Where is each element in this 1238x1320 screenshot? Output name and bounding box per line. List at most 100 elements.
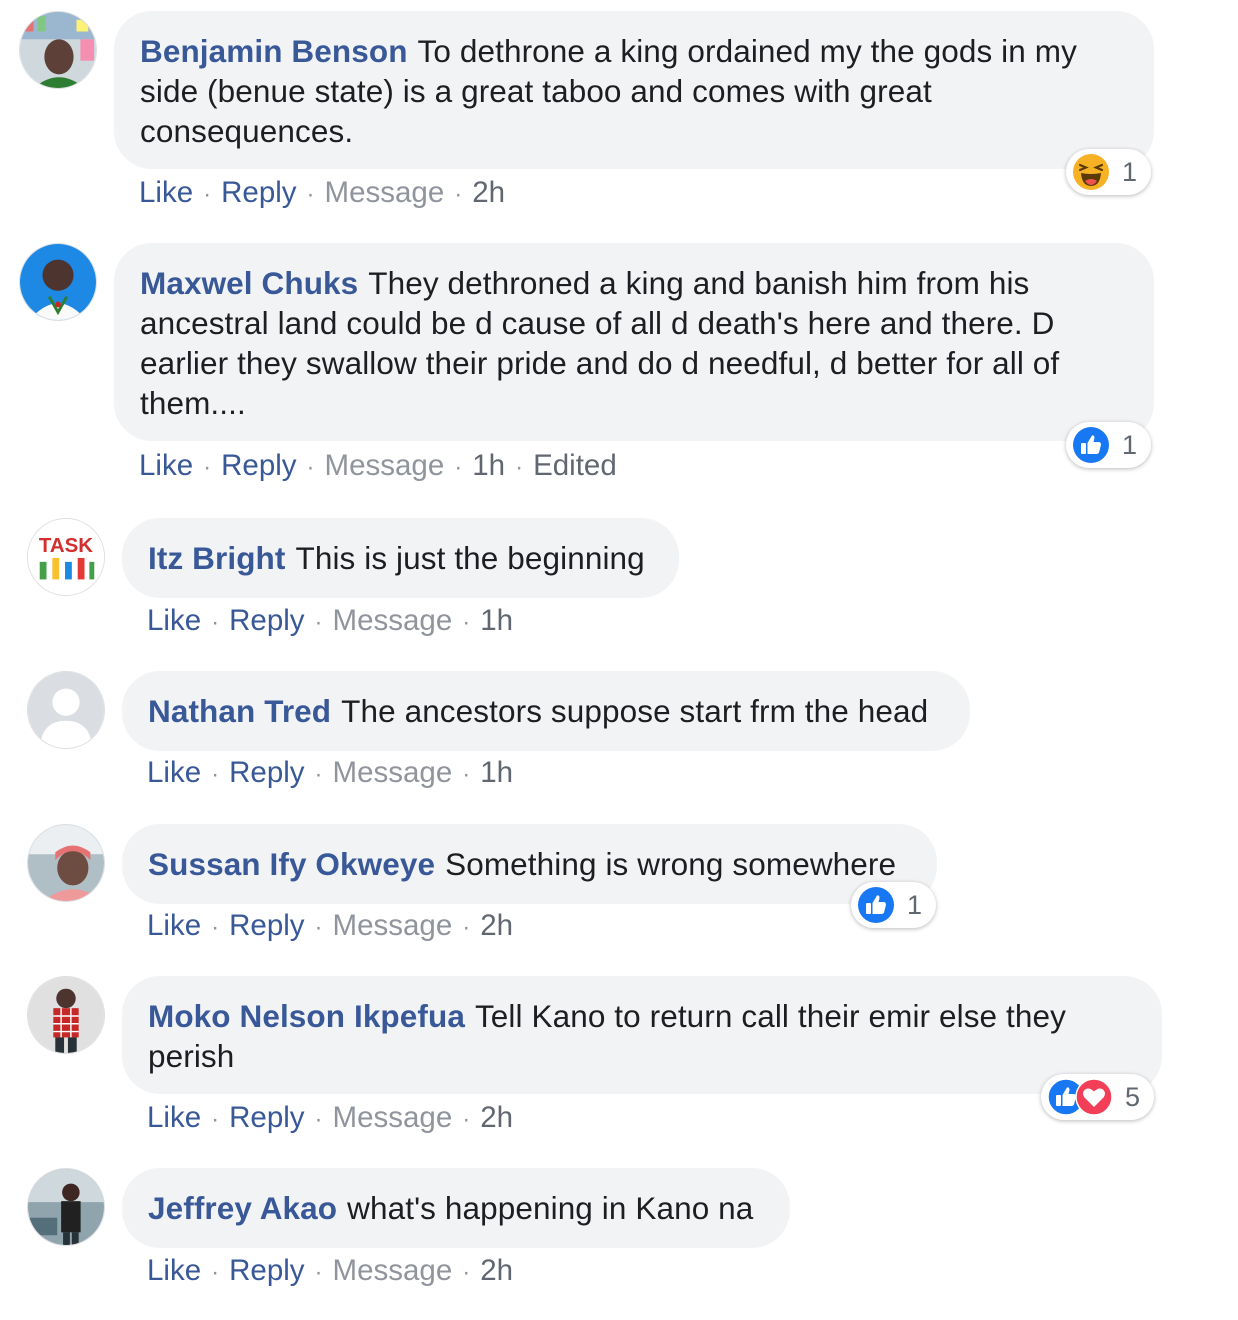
comment-author[interactable]: Sussan Ify Okweye: [148, 846, 435, 882]
reaction-count: 1: [907, 889, 923, 920]
comment-author[interactable]: Benjamin Benson: [140, 33, 408, 69]
avatar-photo: [20, 244, 96, 320]
comment-author[interactable]: Jeffrey Akao: [148, 1190, 337, 1226]
reply-link[interactable]: Reply: [221, 176, 296, 209]
reply-link[interactable]: Reply: [229, 909, 304, 942]
reaction-summary[interactable]: 1: [851, 882, 937, 928]
like-icon: [858, 887, 894, 923]
reaction-count: 5: [1125, 1081, 1141, 1112]
comment-actions: Like · Reply · Message · 2h: [139, 175, 505, 213]
reply-link[interactable]: Reply: [229, 604, 304, 637]
message-link[interactable]: Message: [333, 909, 453, 942]
message-link[interactable]: Message: [333, 1254, 453, 1287]
haha-icon: [1073, 154, 1109, 190]
separator: ·: [462, 914, 471, 941]
avatar[interactable]: TASK: [27, 518, 105, 596]
comment-timestamp[interactable]: 2h: [480, 1254, 513, 1287]
separator: ·: [211, 914, 220, 941]
comment-bubble: Moko Nelson Ikpefua Tell Kano to return c…: [122, 976, 1162, 1094]
separator: ·: [454, 454, 463, 481]
avatar[interactable]: [27, 1168, 105, 1246]
reaction-summary[interactable]: 5: [1041, 1074, 1155, 1120]
like-link[interactable]: Like: [147, 756, 201, 789]
comment-actions: Like · Reply · Message · 2h: [147, 908, 513, 946]
separator: ·: [306, 181, 315, 208]
avatar-photo: [28, 825, 104, 901]
separator: ·: [515, 454, 524, 481]
separator: ·: [211, 1106, 220, 1133]
comment-bubble: Sussan Ify Okweye Something is wrong some…: [122, 824, 937, 904]
comment-author[interactable]: Nathan Tred: [148, 693, 331, 729]
comment-author[interactable]: Maxwel Chuks: [140, 265, 358, 301]
comment-timestamp[interactable]: 1h: [472, 449, 505, 482]
comment-author[interactable]: Moko Nelson Ikpefua: [148, 998, 465, 1034]
reaction-count: 1: [1122, 156, 1138, 187]
message-link[interactable]: Message: [325, 449, 445, 482]
reply-link[interactable]: Reply: [229, 1254, 304, 1287]
avatar[interactable]: [27, 671, 105, 749]
message-link[interactable]: Message: [325, 176, 445, 209]
comment-actions: Like · Reply · Message · 1h · Edited: [139, 448, 617, 486]
separator: ·: [314, 914, 323, 941]
message-link[interactable]: Message: [333, 756, 453, 789]
avatar[interactable]: [19, 11, 97, 89]
separator: ·: [203, 181, 212, 208]
comment-timestamp[interactable]: 1h: [480, 604, 513, 637]
comment-actions: Like · Reply · Message · 2h: [147, 1253, 513, 1291]
comment-bubble: Itz Bright This is just the beginning: [122, 518, 679, 598]
avatar-photo: [20, 12, 96, 88]
avatar-photo: [28, 977, 104, 1053]
reply-link[interactable]: Reply: [229, 756, 304, 789]
like-link[interactable]: Like: [147, 909, 201, 942]
comment-actions: Like · Reply · Message · 2h: [147, 1100, 513, 1138]
love-icon: [1075, 1078, 1113, 1116]
reply-link[interactable]: Reply: [229, 1101, 304, 1134]
message-link[interactable]: Message: [333, 604, 453, 637]
avatar-logo-text: TASK: [39, 534, 93, 557]
avatar[interactable]: [19, 243, 97, 321]
comment-bubble: Jeffrey Akao what's happening in Kano na: [122, 1168, 790, 1248]
separator: ·: [211, 761, 220, 788]
avatar[interactable]: [27, 824, 105, 902]
comment-text: what's happening in Kano na: [347, 1190, 754, 1226]
separator: ·: [203, 454, 212, 481]
like-link[interactable]: Like: [139, 449, 193, 482]
like-icon: [1073, 427, 1109, 463]
comment-text: The ancestors suppose start frm the head: [341, 693, 929, 729]
comment-bubble: Maxwel Chuks They dethroned a king and ba…: [114, 243, 1154, 441]
comment-bubble: Nathan Tred The ancestors suppose start f…: [122, 671, 970, 751]
reaction-summary[interactable]: 1: [1066, 149, 1152, 195]
separator: ·: [462, 761, 471, 788]
comment-bubble: Benjamin Benson To dethrone a king ordain…: [114, 11, 1154, 169]
avatar[interactable]: [27, 976, 105, 1054]
comment-timestamp[interactable]: 2h: [472, 176, 505, 209]
comment-author[interactable]: Itz Bright: [148, 540, 285, 576]
separator: ·: [454, 181, 463, 208]
comment-actions: Like · Reply · Message · 1h: [147, 755, 513, 793]
edited-label[interactable]: Edited: [533, 449, 617, 482]
reaction-count: 1: [1122, 429, 1138, 460]
avatar-photo: TASK: [28, 519, 104, 595]
like-link[interactable]: Like: [147, 1254, 201, 1287]
like-link[interactable]: Like: [139, 176, 193, 209]
comment-actions: Like · Reply · Message · 1h: [147, 603, 513, 641]
default-avatar-icon: [28, 672, 104, 748]
comment-text: This is just the beginning: [295, 540, 645, 576]
comment-timestamp[interactable]: 2h: [480, 1101, 513, 1134]
like-link[interactable]: Like: [147, 604, 201, 637]
separator: ·: [211, 1259, 220, 1286]
comment-text: Something is wrong somewhere: [445, 846, 897, 882]
separator: ·: [462, 609, 471, 636]
separator: ·: [462, 1106, 471, 1133]
comment-timestamp[interactable]: 1h: [480, 756, 513, 789]
message-link[interactable]: Message: [333, 1101, 453, 1134]
separator: ·: [314, 609, 323, 636]
comment-timestamp[interactable]: 2h: [480, 909, 513, 942]
like-link[interactable]: Like: [147, 1101, 201, 1134]
separator: ·: [314, 761, 323, 788]
reply-link[interactable]: Reply: [221, 449, 296, 482]
reaction-summary[interactable]: 1: [1066, 422, 1152, 468]
separator: ·: [314, 1259, 323, 1286]
avatar-photo: [28, 1169, 104, 1245]
separator: ·: [306, 454, 315, 481]
